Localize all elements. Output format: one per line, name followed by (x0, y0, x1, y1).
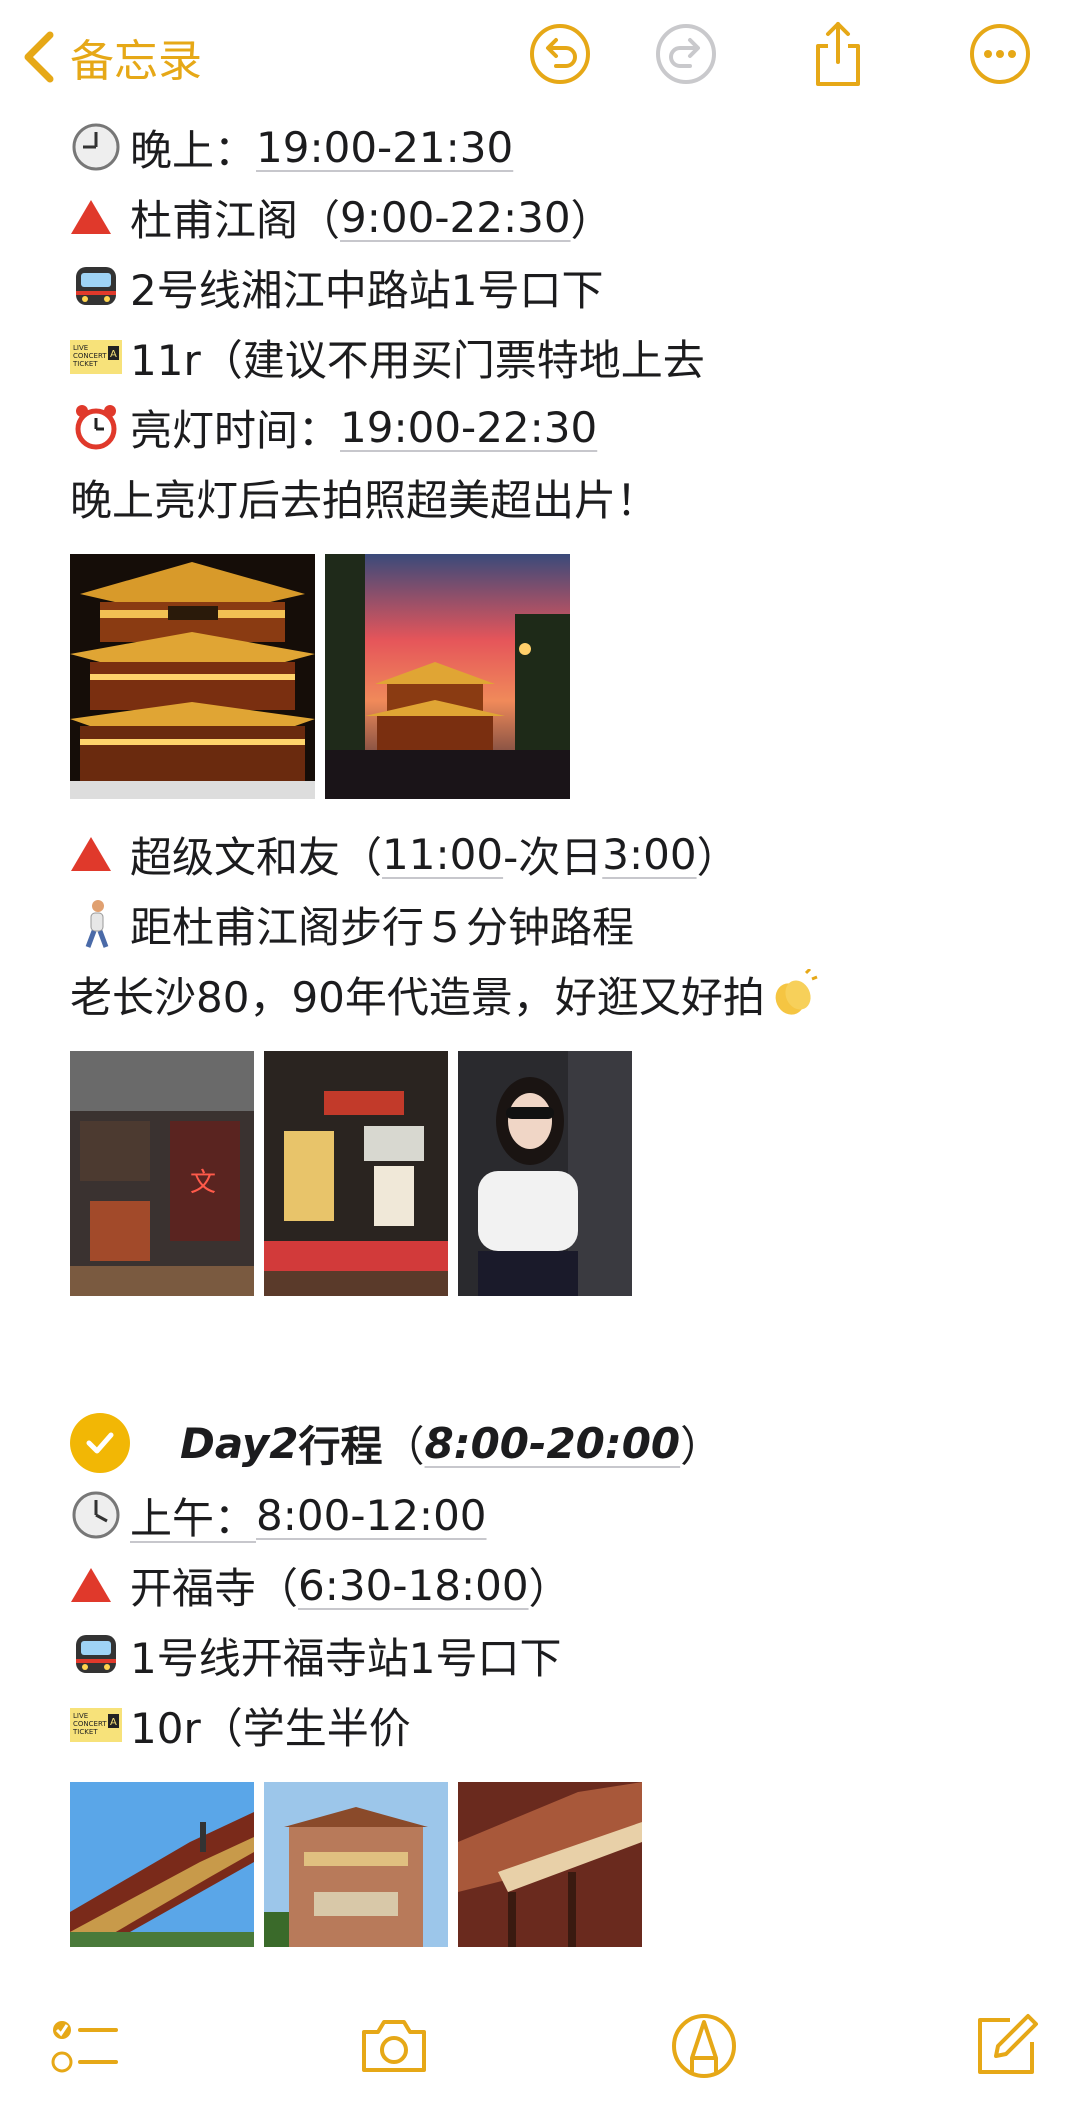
day2-header: Day2 行程 （ 8:00-20:00 ） (70, 1406, 1050, 1480)
back-button[interactable]: 备忘录 (20, 25, 202, 89)
svg-text:文: 文 (190, 1168, 216, 1198)
ticket-icon: LIVE CONCERT TICKET A (70, 331, 122, 383)
photo-group-wenheyou: 文 (70, 1051, 1050, 1296)
checklist-icon[interactable] (48, 2010, 120, 2082)
line-photo-tip: 晚上亮灯后去拍照超美超出片！ (70, 475, 659, 525)
train-icon (70, 1629, 122, 1681)
share-icon[interactable] (810, 18, 866, 90)
line-ticket-2: LIVE CONCERT TICKET A 10r（学生半价 (70, 1690, 1050, 1760)
line-lighting-time: 亮灯时间： 19:00-22:30 (70, 392, 1050, 462)
compose-icon[interactable] (970, 2010, 1042, 2082)
photo-wenheyou-portrait[interactable] (458, 1051, 632, 1296)
line-metro-2: 1号线开福寺站1号口下 (70, 1620, 1050, 1690)
photo-dufu-sunset[interactable] (325, 554, 570, 799)
photo-wenheyou-alley[interactable]: 文 (70, 1051, 254, 1296)
note-body[interactable]: 晚上： 19:00-21:30 杜甫江阁 （ 9:00-22:30 ） 2号线湘… (70, 112, 1050, 1947)
ticket-text-1: LIVE (73, 344, 88, 352)
ticket-icon: LIVE CONCERT TICKET A (70, 1699, 122, 1751)
line-walking: 距杜甫江阁步行５分钟路程 (70, 889, 1050, 959)
camera-icon[interactable] (358, 2010, 430, 2082)
bottom-toolbar (0, 1990, 1080, 2119)
top-toolbar: 备忘录 (0, 0, 1080, 120)
ticket-text-2: CONCERT (73, 1720, 107, 1728)
clock-icon (70, 121, 122, 173)
clapping-hands-icon (767, 968, 819, 1020)
more-icon[interactable] (968, 22, 1032, 86)
red-triangle-icon (70, 191, 122, 243)
ticket-text-1: LIVE (73, 1712, 88, 1720)
line-evening: 晚上： 19:00-21:30 (70, 112, 1050, 182)
photo-kaifu-gate[interactable] (264, 1782, 448, 1947)
back-chevron-icon (24, 31, 54, 83)
line-dufu-pavilion: 杜甫江阁 （ 9:00-22:30 ） (70, 182, 1050, 252)
photo-kaifu-eaves[interactable] (458, 1782, 642, 1947)
red-triangle-icon (70, 828, 122, 880)
photo-group-dufu (70, 554, 1050, 799)
undo-icon[interactable] (528, 22, 592, 86)
line-wenheyou: 超级文和友 （ 11:00 -次日 3:00 ） (70, 819, 1050, 889)
ticket-text-3: TICKET (72, 360, 98, 368)
alarm-clock-icon (70, 401, 122, 453)
line-metro-1: 2号线湘江中路站1号口下 (70, 252, 1050, 322)
photo-wenheyou-signs[interactable] (264, 1051, 448, 1296)
clock-icon (70, 1489, 122, 1541)
back-label: 备忘录 (70, 36, 202, 87)
red-triangle-icon (70, 1559, 122, 1611)
line-old-changsha: 老长沙80，90年代造景，好逛又好拍 (70, 959, 1050, 1029)
ticket-text-2: CONCERT (73, 352, 107, 360)
train-icon (70, 261, 122, 313)
line-morning: 上午： 8:00-12:00 (70, 1480, 1050, 1550)
photo-group-kaifu (70, 1782, 1050, 1947)
ticket-text-4: A (110, 349, 117, 360)
line-ticket-1: LIVE CONCERT TICKET A 11r（建议不用买门票特地上去 (70, 322, 1050, 392)
photo-kaifu-roof[interactable] (70, 1782, 254, 1947)
ticket-text-3: TICKET (72, 1728, 98, 1736)
walking-person-icon (70, 898, 122, 950)
redo-icon[interactable] (654, 22, 718, 86)
line-kaifu-temple: 开福寺 （ 6:30-18:00 ） (70, 1550, 1050, 1620)
markup-icon[interactable] (668, 2010, 740, 2082)
ticket-text-4: A (110, 1717, 117, 1728)
photo-dufu-night[interactable] (70, 554, 315, 799)
checkmark-icon[interactable] (70, 1413, 130, 1473)
